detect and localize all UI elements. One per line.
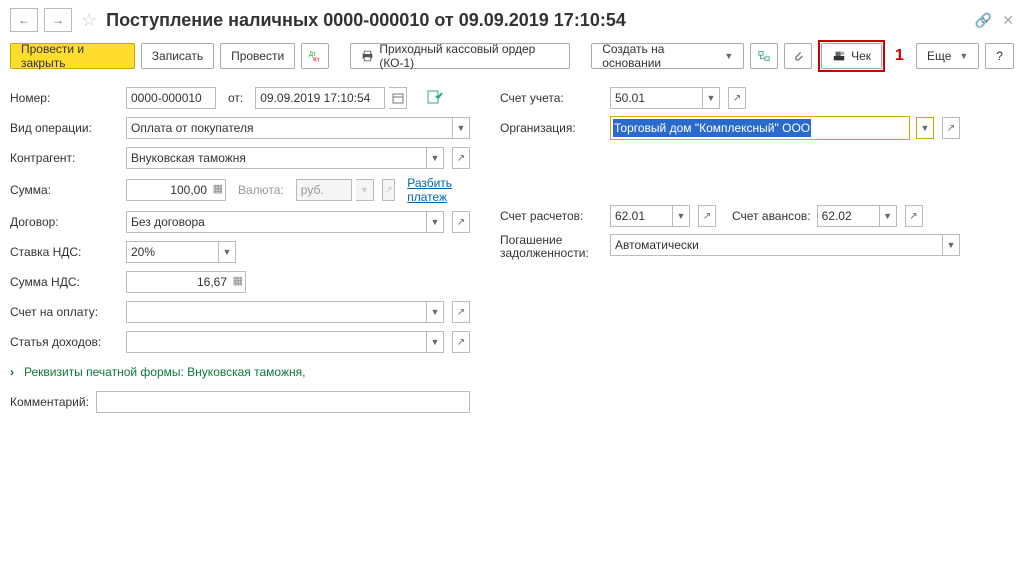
contractor-input[interactable]: [126, 147, 426, 169]
op-type-label: Вид операции:: [10, 121, 120, 135]
check-button[interactable]: Чек: [821, 43, 882, 69]
attach-button[interactable]: [784, 43, 812, 69]
settle-acc-input[interactable]: [610, 205, 672, 227]
op-type-input[interactable]: [126, 117, 452, 139]
currency-label: Валюта:: [232, 183, 290, 197]
calendar-icon[interactable]: [389, 87, 407, 109]
submit-and-close-button[interactable]: Провести и закрыть: [10, 43, 135, 69]
number-input[interactable]: [126, 87, 216, 109]
number-label: Номер:: [10, 91, 120, 105]
account-input[interactable]: [610, 87, 702, 109]
contract-label: Договор:: [10, 215, 120, 229]
comment-input[interactable]: [96, 391, 470, 413]
callout-number: 1: [895, 47, 904, 65]
vat-rate-input[interactable]: [126, 241, 218, 263]
vat-sum-input[interactable]: [126, 271, 246, 293]
org-dropdown[interactable]: ▼: [916, 117, 934, 139]
vat-rate-dropdown[interactable]: ▼: [218, 241, 236, 263]
org-field[interactable]: Торговый дом "Комплексный" ООО: [610, 116, 910, 140]
close-icon[interactable]: ✕: [1002, 12, 1014, 29]
vat-rate-label: Ставка НДС:: [10, 245, 120, 259]
help-button[interactable]: ?: [985, 43, 1014, 69]
settle-acc-open-button[interactable]: ↗: [698, 205, 716, 227]
check-highlight-box: Чек: [818, 40, 885, 72]
svg-text:Кт: Кт: [313, 56, 320, 63]
income-open-button[interactable]: ↗: [452, 331, 470, 353]
chevron-down-icon: ▼: [959, 51, 968, 61]
more-button[interactable]: Еще▼: [916, 43, 979, 69]
contract-input[interactable]: [126, 211, 426, 233]
create-based-button[interactable]: Создать на основании▼: [591, 43, 744, 69]
contract-open-button[interactable]: ↗: [452, 211, 470, 233]
nav-forward-button[interactable]: →: [44, 8, 72, 32]
debt-dropdown[interactable]: ▼: [942, 234, 960, 256]
contract-dropdown[interactable]: ▼: [426, 211, 444, 233]
currency-dropdown: ▼: [356, 179, 374, 201]
org-label: Организация:: [500, 121, 604, 135]
invoice-label: Счет на оплату:: [10, 305, 120, 319]
print-ko1-button[interactable]: Приходный кассовый ордер (КО-1): [350, 43, 570, 69]
chevron-down-icon: ▼: [724, 51, 733, 61]
debt-label: Погашение задолженности:: [500, 234, 604, 260]
print-requisites-link[interactable]: › Реквизиты печатной формы: Внуковская т…: [10, 360, 470, 384]
related-docs-button[interactable]: [750, 43, 778, 69]
settle-acc-dropdown[interactable]: ▼: [672, 205, 690, 227]
advance-acc-label: Счет авансов:: [732, 209, 811, 223]
submit-button[interactable]: Провести: [220, 43, 295, 69]
link-icon[interactable]: 🔗: [975, 12, 992, 29]
settle-acc-label: Счет расчетов:: [500, 209, 604, 223]
vat-sum-label: Сумма НДС:: [10, 275, 120, 289]
sum-label: Сумма:: [10, 183, 120, 197]
cash-register-icon: [832, 49, 846, 63]
income-input[interactable]: [126, 331, 426, 353]
advance-acc-dropdown[interactable]: ▼: [879, 205, 897, 227]
split-payment-link[interactable]: Разбить платеж: [407, 176, 470, 204]
invoice-input[interactable]: [126, 301, 426, 323]
from-label: от:: [222, 91, 249, 105]
contractor-label: Контрагент:: [10, 151, 120, 165]
org-value: Торговый дом "Комплексный" ООО: [613, 119, 811, 137]
op-type-dropdown[interactable]: ▼: [452, 117, 470, 139]
currency-open-button: ↗: [382, 179, 395, 201]
page-title: Поступление наличных 0000-000010 от 09.0…: [106, 10, 626, 31]
debt-input[interactable]: [610, 234, 942, 256]
status-icon[interactable]: [427, 90, 443, 107]
org-open-button[interactable]: ↗: [942, 117, 960, 139]
income-label: Статья доходов:: [10, 335, 120, 349]
account-dropdown[interactable]: ▼: [702, 87, 720, 109]
save-button[interactable]: Записать: [141, 43, 214, 69]
account-open-button[interactable]: ↗: [728, 87, 746, 109]
calculator-icon[interactable]: ▦: [233, 274, 243, 287]
contractor-open-button[interactable]: ↗: [452, 147, 470, 169]
printer-icon: [361, 49, 374, 63]
contractor-dropdown[interactable]: ▼: [426, 147, 444, 169]
account-label: Счет учета:: [500, 91, 604, 105]
advance-acc-open-button[interactable]: ↗: [905, 205, 923, 227]
chevron-right-icon: ›: [10, 365, 14, 379]
paperclip-icon: [791, 49, 805, 63]
favorite-star-icon[interactable]: ☆: [81, 10, 97, 31]
invoice-dropdown[interactable]: ▼: [426, 301, 444, 323]
date-input[interactable]: [255, 87, 385, 109]
invoice-open-button[interactable]: ↗: [452, 301, 470, 323]
comment-label: Комментарий:: [10, 395, 90, 409]
calculator-icon[interactable]: ▦: [213, 182, 223, 195]
debit-credit-button[interactable]: ДтКт: [301, 43, 329, 69]
advance-acc-input[interactable]: [817, 205, 879, 227]
currency-input: [296, 179, 352, 201]
sum-input[interactable]: [126, 179, 226, 201]
income-dropdown[interactable]: ▼: [426, 331, 444, 353]
nav-back-button[interactable]: ←: [10, 8, 38, 32]
